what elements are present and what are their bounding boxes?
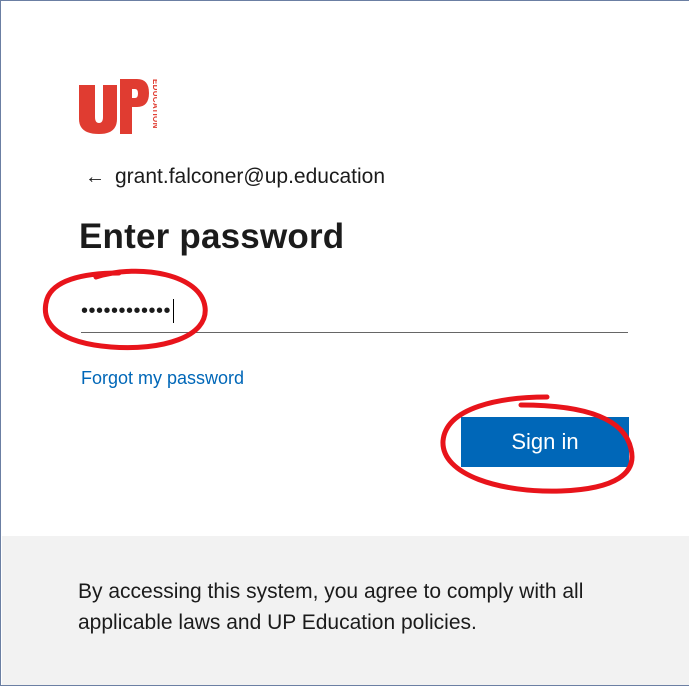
svg-text:EDUCATION: EDUCATION <box>151 79 157 129</box>
policy-notice: By accessing this system, you agree to c… <box>78 580 584 634</box>
up-education-logo: EDUCATION <box>79 79 157 134</box>
footer-banner: By accessing this system, you agree to c… <box>2 536 689 685</box>
page-title: Enter password <box>79 217 345 256</box>
identity-banner: ← grant.falconer@up.education <box>85 165 385 189</box>
password-input[interactable] <box>81 293 628 333</box>
arrow-left-icon[interactable]: ← <box>85 166 105 189</box>
sign-in-window: EDUCATION ← grant.falconer@up.education … <box>0 0 689 686</box>
account-email: grant.falconer@up.education <box>115 165 385 188</box>
forgot-password-link[interactable]: Forgot my password <box>81 368 244 389</box>
sign-in-button[interactable]: Sign in <box>461 417 629 467</box>
